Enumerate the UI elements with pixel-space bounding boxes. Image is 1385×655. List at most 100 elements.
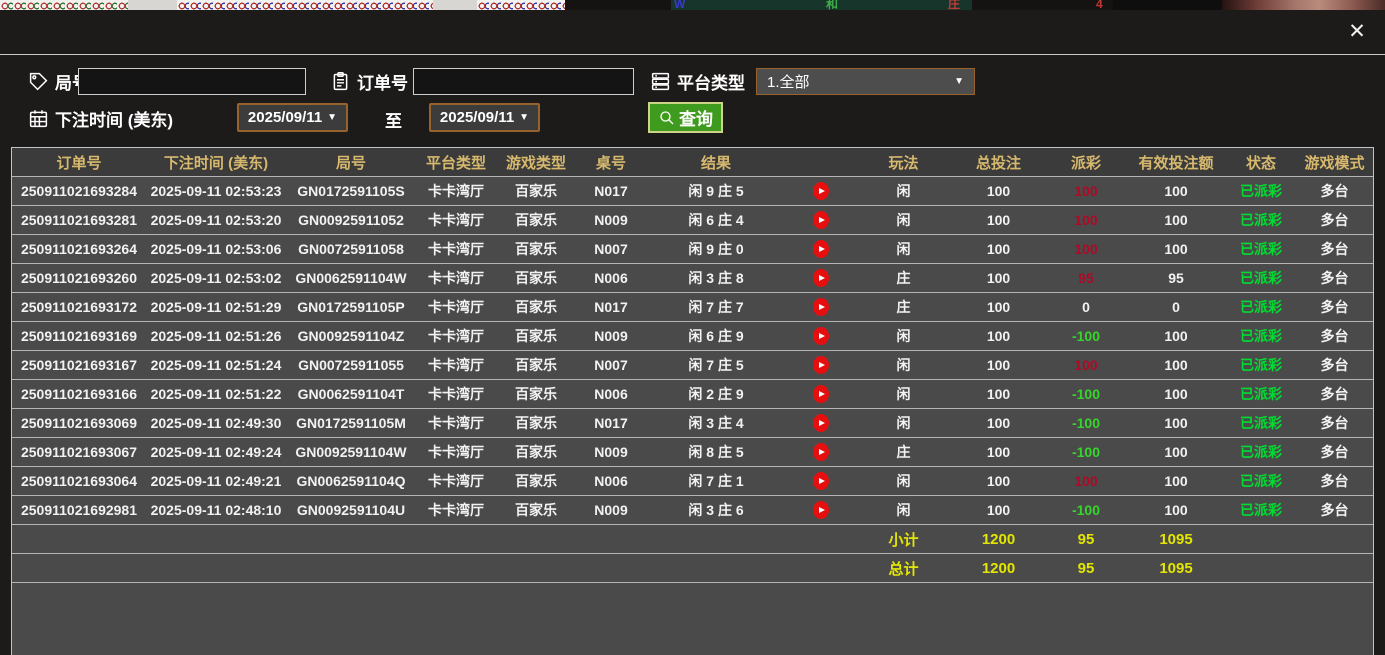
cell-table-no: N006 bbox=[576, 467, 646, 495]
date-to-picker[interactable]: 2025/09/11 ▼ bbox=[429, 103, 540, 132]
cell-result: 闲 2 庄 9 bbox=[646, 380, 786, 408]
total-row-empty bbox=[646, 554, 786, 582]
cell-platform: 卡卡湾厅 bbox=[416, 351, 496, 379]
cell-total-bet: 100 bbox=[951, 467, 1046, 495]
cell-valid-bet: 100 bbox=[1126, 496, 1226, 524]
cell-bet-time: 2025-09-11 02:49:30 bbox=[146, 409, 286, 437]
play-triangle bbox=[819, 304, 825, 310]
close-icon[interactable]: ✕ bbox=[1344, 19, 1370, 45]
cell-game-mode: 多台 bbox=[1296, 467, 1373, 495]
cell-game-mode: 多台 bbox=[1296, 264, 1373, 292]
cell-game-type: 百家乐 bbox=[496, 322, 576, 350]
date-to-value: 2025/09/11 bbox=[440, 109, 514, 126]
cell-table-no: N017 bbox=[576, 409, 646, 437]
cell-bet-time: 2025-09-11 02:53:06 bbox=[146, 235, 286, 263]
header-cell: 玩法 bbox=[856, 148, 951, 176]
cell-game-type: 百家乐 bbox=[496, 177, 576, 205]
background-dealer-video bbox=[1222, 0, 1385, 10]
cell-game-mode: 多台 bbox=[1296, 206, 1373, 234]
play-icon[interactable] bbox=[813, 414, 829, 432]
cell-valid-bet: 100 bbox=[1126, 235, 1226, 263]
cell-table-no: N009 bbox=[576, 322, 646, 350]
subtotal-row-label: 小计 bbox=[856, 525, 951, 553]
subtotal-row-empty bbox=[1226, 525, 1296, 553]
header-cell: 有效投注额 bbox=[1126, 148, 1226, 176]
cell-valid-bet: 100 bbox=[1126, 438, 1226, 466]
cell-order-no: 250911021692981 bbox=[12, 496, 146, 524]
date-from-picker[interactable]: 2025/09/11 ▼ bbox=[237, 103, 348, 132]
play-icon[interactable] bbox=[813, 211, 829, 229]
cell-game-mode: 多台 bbox=[1296, 322, 1373, 350]
background-game-strip: W 和 庄 4 bbox=[0, 0, 1385, 10]
cell-result: 闲 6 庄 9 bbox=[646, 322, 786, 350]
cell-valid-bet: 100 bbox=[1126, 409, 1226, 437]
play-icon[interactable] bbox=[813, 472, 829, 490]
cell-game-no: GN0092591104Z bbox=[286, 322, 416, 350]
to-label: 至 bbox=[385, 107, 402, 132]
cell-total-bet: 100 bbox=[951, 351, 1046, 379]
cell-valid-bet: 100 bbox=[1126, 351, 1226, 379]
header-cell: 订单号 bbox=[12, 148, 146, 176]
total-row-empty bbox=[576, 554, 646, 582]
cell-payout: -100 bbox=[1046, 380, 1126, 408]
total-row-empty bbox=[12, 554, 146, 582]
cell-platform: 卡卡湾厅 bbox=[416, 496, 496, 524]
search-button[interactable]: 查询 bbox=[648, 102, 723, 133]
cell-play-type: 闲 bbox=[856, 409, 951, 437]
subtotal-row-empty bbox=[12, 525, 146, 553]
play-icon[interactable] bbox=[813, 443, 829, 461]
table-header-row: 订单号下注时间 (美东)局号平台类型游戏类型桌号结果玩法总投注派彩有效投注额状态… bbox=[12, 148, 1373, 177]
search-button-label: 查询 bbox=[679, 105, 713, 130]
order-no-input[interactable] bbox=[413, 68, 634, 95]
cell-payout: 100 bbox=[1046, 177, 1126, 205]
cell-total-bet: 100 bbox=[951, 264, 1046, 292]
tag-icon bbox=[28, 71, 49, 92]
cell-game-mode: 多台 bbox=[1296, 293, 1373, 321]
table-row: 2509110216931662025-09-11 02:51:22GN0062… bbox=[12, 380, 1373, 409]
play-icon[interactable] bbox=[813, 356, 829, 374]
play-icon[interactable] bbox=[813, 385, 829, 403]
cell-bet-time: 2025-09-11 02:49:24 bbox=[146, 438, 286, 466]
cell-game-type: 百家乐 bbox=[496, 467, 576, 495]
total-row-empty bbox=[286, 554, 416, 582]
total-row-empty bbox=[1226, 554, 1296, 582]
cell-platform: 卡卡湾厅 bbox=[416, 438, 496, 466]
table-row: 2509110216929812025-09-11 02:48:10GN0092… bbox=[12, 496, 1373, 525]
cell-result: 闲 3 庄 6 bbox=[646, 496, 786, 524]
cell-play-type: 闲 bbox=[856, 351, 951, 379]
play-icon[interactable] bbox=[813, 240, 829, 258]
cell-total-bet: 100 bbox=[951, 293, 1046, 321]
header-cell: 总投注 bbox=[951, 148, 1046, 176]
bet-time-labelgroup: 下注时间 (美东) bbox=[28, 105, 173, 132]
background-grid bbox=[433, 0, 477, 10]
subtotal-row-empty bbox=[576, 525, 646, 553]
cell-game-no: GN0062591104Q bbox=[286, 467, 416, 495]
cell-play-type: 庄 bbox=[856, 293, 951, 321]
play-icon[interactable] bbox=[813, 501, 829, 519]
results-table: 订单号下注时间 (美东)局号平台类型游戏类型桌号结果玩法总投注派彩有效投注额状态… bbox=[11, 147, 1374, 655]
bet-history-modal: ✕ 局号 订单号 平台类型 1.全部 ▼ 下注时间 ( bbox=[0, 10, 1385, 655]
game-no-input[interactable] bbox=[78, 68, 306, 95]
play-icon[interactable] bbox=[813, 298, 829, 316]
cell-order-no: 250911021693284 bbox=[12, 177, 146, 205]
play-icon[interactable] bbox=[813, 182, 829, 200]
cell-bet-time: 2025-09-11 02:51:29 bbox=[146, 293, 286, 321]
cell-valid-bet: 95 bbox=[1126, 264, 1226, 292]
play-icon[interactable] bbox=[813, 327, 829, 345]
cell-game-no: GN0062591104T bbox=[286, 380, 416, 408]
cell-table-no: N009 bbox=[576, 496, 646, 524]
subtotal-row-empty bbox=[496, 525, 576, 553]
cell-total-bet: 100 bbox=[951, 380, 1046, 408]
platform-select[interactable]: 1.全部 ▼ bbox=[756, 68, 975, 95]
cell-status: 已派彩 bbox=[1226, 409, 1296, 437]
cell-payout: 95 bbox=[1046, 264, 1126, 292]
bet-time-label: 下注时间 (美东) bbox=[55, 106, 173, 131]
play-icon[interactable] bbox=[813, 269, 829, 287]
cell-table-no: N006 bbox=[576, 380, 646, 408]
subtotal-row-empty bbox=[416, 525, 496, 553]
cell-valid-bet: 100 bbox=[1126, 177, 1226, 205]
cell-table-no: N017 bbox=[576, 177, 646, 205]
cell-platform: 卡卡湾厅 bbox=[416, 409, 496, 437]
total-row-empty bbox=[786, 554, 856, 582]
cell-result: 闲 3 庄 4 bbox=[646, 409, 786, 437]
